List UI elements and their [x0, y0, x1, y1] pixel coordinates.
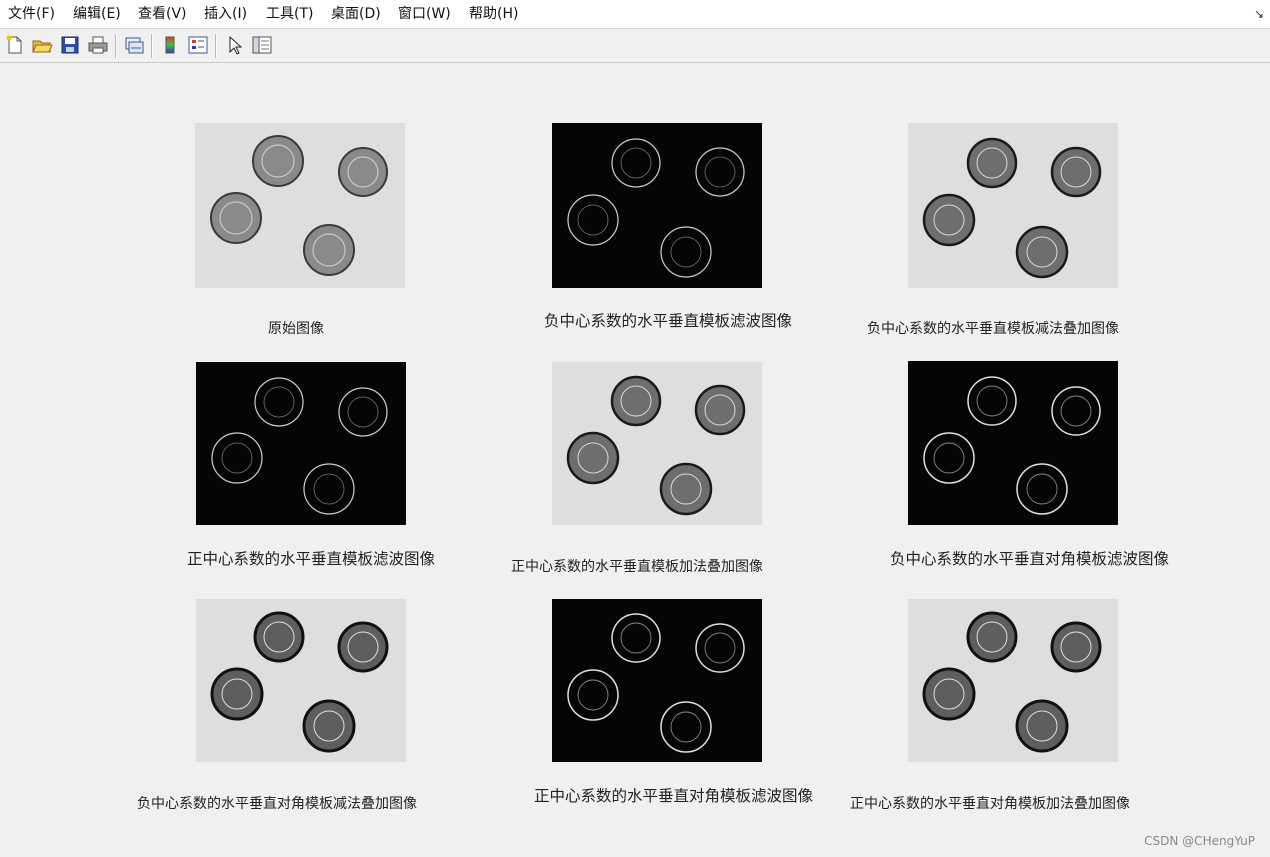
image-neg-hv-filter: [552, 123, 762, 288]
image-neg-diag-sub: [196, 599, 406, 762]
watermark-text: CSDN @CHengYuP: [1144, 834, 1255, 848]
print-icon[interactable]: [87, 34, 109, 56]
toolbar-separator: [151, 34, 153, 58]
caption-original: 原始图像: [268, 321, 324, 337]
menu-bar: 文件(F) 编辑(E) 查看(V) 插入(I) 工具(T) 桌面(D) 窗口(W…: [0, 0, 1270, 29]
toolbar-separator: [115, 34, 117, 58]
menu-tools[interactable]: 工具(T): [266, 6, 313, 22]
caption-neg-diag-sub: 负中心系数的水平垂直对角模板减法叠加图像: [137, 796, 417, 812]
menu-insert[interactable]: 插入(I): [204, 6, 247, 22]
menu-help[interactable]: 帮助(H): [469, 6, 518, 22]
caption-pos-hv-add: 正中心系数的水平垂直模板加法叠加图像: [511, 559, 763, 575]
menu-edit[interactable]: 编辑(E): [73, 6, 121, 22]
caption-pos-hv-filter: 正中心系数的水平垂直模板滤波图像: [187, 550, 436, 568]
menu-view[interactable]: 查看(V): [138, 6, 187, 22]
caption-pos-diag-filter: 正中心系数的水平垂直对角模板滤波图像: [534, 787, 814, 805]
property-inspector-icon[interactable]: [251, 34, 273, 56]
menu-window[interactable]: 窗口(W): [398, 6, 451, 22]
image-pos-diag-filter: [552, 599, 762, 762]
caption-neg-hv-filter: 负中心系数的水平垂直模板滤波图像: [544, 312, 793, 330]
caption-pos-diag-add: 正中心系数的水平垂直对角模板加法叠加图像: [850, 796, 1130, 812]
new-figure-icon[interactable]: [4, 34, 26, 56]
image-pos-diag-add: [908, 599, 1118, 762]
insert-legend-icon[interactable]: [187, 34, 209, 56]
dock-arrow-icon[interactable]: ↘: [1254, 7, 1264, 21]
image-neg-hv-sub: [908, 123, 1118, 288]
image-pos-hv-filter: [196, 362, 406, 525]
link-plot-icon[interactable]: [123, 34, 145, 56]
toolbar: [0, 29, 1270, 63]
insert-colorbar-icon[interactable]: [159, 34, 181, 56]
image-original: [195, 123, 405, 288]
image-pos-hv-add: [552, 362, 762, 525]
open-file-icon[interactable]: [31, 34, 53, 56]
caption-neg-diag-filter: 负中心系数的水平垂直对角模板滤波图像: [890, 550, 1170, 568]
menu-file[interactable]: 文件(F): [8, 6, 55, 22]
toolbar-separator: [215, 34, 217, 58]
menu-desktop[interactable]: 桌面(D): [331, 6, 381, 22]
edit-plot-icon[interactable]: [224, 34, 246, 56]
save-icon[interactable]: [59, 34, 81, 56]
figure-area: 原始图像 负中心系数的水平垂直模板滤波图像 负中心系数的水平垂直模板减法叠加图像…: [0, 63, 1270, 857]
caption-neg-hv-sub: 负中心系数的水平垂直模板减法叠加图像: [867, 321, 1119, 337]
image-neg-diag-filter: [908, 361, 1118, 525]
